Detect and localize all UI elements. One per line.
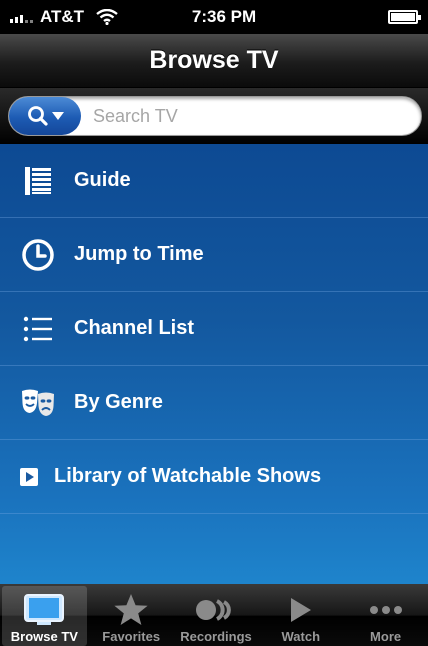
- signal-strength-icon: [10, 11, 33, 23]
- clock-icon: [20, 237, 56, 273]
- star-icon: [113, 591, 149, 629]
- menu-item-by-genre[interactable]: By Genre: [0, 366, 428, 440]
- tab-label: More: [370, 629, 402, 644]
- tab-label: Browse TV: [10, 629, 78, 644]
- search-icon: [27, 106, 48, 126]
- menu-item-guide[interactable]: Guide: [0, 144, 428, 218]
- wifi-icon: [96, 9, 118, 25]
- tab-watch[interactable]: Watch: [258, 584, 343, 646]
- chevron-down-icon: [51, 112, 64, 120]
- carrier-name: AT&T: [40, 7, 85, 26]
- battery-icon: [388, 10, 421, 24]
- tab-recordings[interactable]: Recordings: [174, 584, 259, 646]
- search-field[interactable]: [8, 96, 422, 136]
- page-title: Browse TV: [149, 46, 279, 74]
- tab-browse-tv[interactable]: Browse TV: [2, 586, 87, 646]
- tab-bar: Browse TV Favorites Recordings Watch Mor…: [0, 584, 428, 646]
- tab-label: Recordings: [180, 629, 252, 644]
- play-icon: [20, 467, 38, 486]
- search-bar: [0, 88, 428, 144]
- recordings-icon: [195, 591, 237, 629]
- menu-item-label: Guide: [74, 169, 131, 191]
- play-icon: [289, 591, 313, 629]
- status-time: 7:36 PM: [191, 7, 257, 26]
- menu-item-library-of-watchable-shows[interactable]: Library of Watchable Shows: [0, 440, 428, 514]
- more-dots-icon: [369, 591, 403, 629]
- bulleted-list-icon: [20, 311, 56, 347]
- menu-item-label: Jump to Time: [74, 243, 204, 265]
- menu-item-channel-list[interactable]: Channel List: [0, 292, 428, 366]
- theater-masks-icon: [20, 385, 56, 421]
- guide-list-icon: [20, 163, 56, 199]
- tab-more[interactable]: More: [343, 584, 428, 646]
- tab-label: Favorites: [102, 629, 161, 644]
- search-input[interactable]: [93, 105, 393, 127]
- browse-menu: Guide Jump to Time Channel List By Genre…: [0, 144, 428, 584]
- tab-label: Watch: [281, 629, 321, 644]
- search-scope-button[interactable]: [9, 97, 81, 135]
- menu-item-label: Channel List: [74, 317, 195, 339]
- status-bar: AT&T 7:36 PM: [0, 0, 428, 34]
- navigation-bar: Browse TV: [0, 34, 428, 88]
- menu-item-jump-to-time[interactable]: Jump to Time: [0, 218, 428, 292]
- menu-item-label: Library of Watchable Shows: [54, 465, 322, 487]
- tab-favorites[interactable]: Favorites: [89, 584, 174, 646]
- tv-icon: [23, 591, 65, 629]
- menu-item-label: By Genre: [74, 391, 163, 413]
